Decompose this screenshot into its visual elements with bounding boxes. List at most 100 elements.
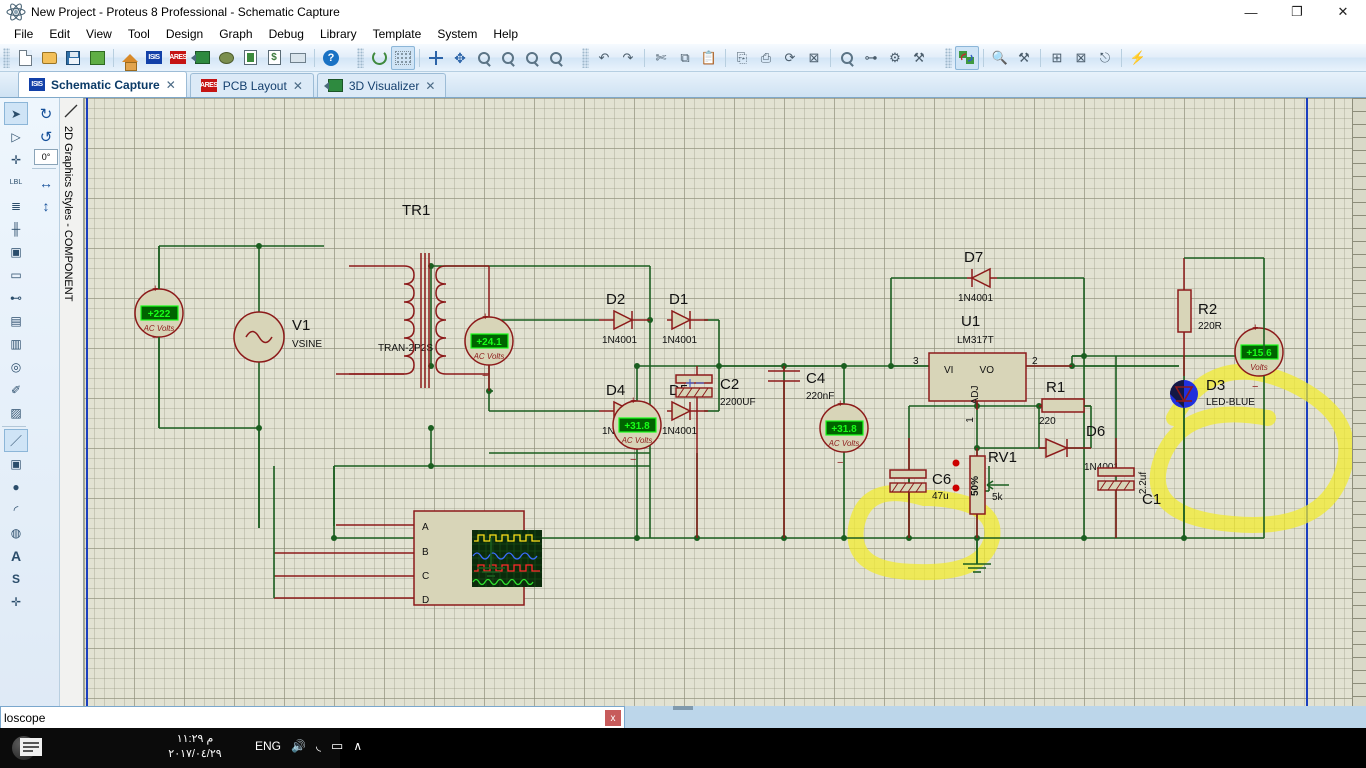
block-copy-icon[interactable]: ⎘ xyxy=(730,46,754,70)
tab-schematic-capture[interactable]: ISIS Schematic Capture ✕ xyxy=(18,71,187,97)
toolbar-grip[interactable] xyxy=(582,47,589,68)
design-explorer-icon[interactable] xyxy=(238,46,262,70)
menu-graph[interactable]: Graph xyxy=(211,25,260,43)
make-device-icon[interactable]: ⊶ xyxy=(859,46,883,70)
rotation-angle-field[interactable]: 0° xyxy=(34,149,58,165)
new-sheet-icon[interactable]: ⊞ xyxy=(1045,46,1069,70)
tab-pcb-layout[interactable]: ARES PCB Layout ✕ xyxy=(189,73,314,97)
2d-line-mode[interactable]: ／ xyxy=(4,429,28,452)
packaging-tool-icon[interactable]: ⚙ xyxy=(883,46,907,70)
pan-icon[interactable]: ✥ xyxy=(448,46,472,70)
minimize-button[interactable]: — xyxy=(1228,0,1274,24)
simulation-icon[interactable] xyxy=(214,46,238,70)
bom-report-icon[interactable]: ⚡ xyxy=(1126,46,1150,70)
redo-icon[interactable]: ↷ xyxy=(616,46,640,70)
toolbar-grip[interactable] xyxy=(357,47,364,68)
remove-sheet-icon[interactable]: ⊠ xyxy=(1069,46,1093,70)
graph-mode[interactable]: ▤ xyxy=(4,309,28,332)
copy-icon[interactable]: ⧉ xyxy=(673,46,697,70)
tab-close-icon[interactable]: ✕ xyxy=(425,79,435,93)
close-button[interactable]: ✕ xyxy=(1320,0,1366,24)
clock[interactable]: م ١١:٢٩ ٢٠١٧/٠٤/٢٩ xyxy=(135,732,255,762)
show-hidden-icons[interactable]: ∧ xyxy=(353,739,362,753)
maximize-button[interactable]: ❐ xyxy=(1274,0,1320,24)
junction-dot-mode[interactable]: ✛ xyxy=(4,148,28,171)
home-icon[interactable] xyxy=(118,46,142,71)
zoom-out-icon[interactable] xyxy=(496,46,520,70)
menu-template[interactable]: Template xyxy=(365,25,430,43)
language-indicator[interactable]: ENG xyxy=(255,739,281,753)
component-mode[interactable]: ▷ xyxy=(4,125,28,148)
menu-file[interactable]: File xyxy=(6,25,41,43)
text-script-mode[interactable]: ≣ xyxy=(4,194,28,217)
volume-icon[interactable]: 🔊 xyxy=(291,739,306,753)
cut-icon[interactable]: ✄ xyxy=(649,46,673,70)
virtual-instruments-mode[interactable]: ▨ xyxy=(4,401,28,424)
block-rotate-icon[interactable]: ⟳ xyxy=(778,46,802,70)
paste-icon[interactable]: 📋 xyxy=(697,46,721,70)
oscilloscope-close-button[interactable]: x xyxy=(605,710,621,726)
oscilloscope-window-titlebar[interactable]: loscope x xyxy=(0,706,625,728)
origin-icon[interactable] xyxy=(424,46,448,70)
rotate-clockwise-icon[interactable]: ↻ xyxy=(34,102,58,125)
2d-box-mode[interactable]: ▣ xyxy=(4,452,28,475)
battery-icon[interactable]: ▭ xyxy=(331,738,343,754)
zoom-area-icon[interactable] xyxy=(544,46,568,70)
open-project-icon[interactable] xyxy=(37,46,61,70)
import-export-icon[interactable] xyxy=(85,46,109,70)
find-icon[interactable]: 🔍 xyxy=(988,46,1012,70)
bill-of-materials-icon[interactable]: $ xyxy=(262,46,286,70)
save-project-icon[interactable] xyxy=(61,46,85,70)
selection-mode[interactable]: ➤ xyxy=(4,102,28,125)
block-move-icon[interactable]: ⎙ xyxy=(754,46,778,70)
3d-visualizer-icon[interactable] xyxy=(190,46,214,70)
decompose-icon[interactable]: ⚒ xyxy=(907,46,931,70)
toolbar-grip[interactable] xyxy=(945,47,952,68)
wifi-icon[interactable]: ◟ xyxy=(316,738,321,754)
notes-app-icon[interactable] xyxy=(20,738,42,756)
menu-tool[interactable]: Tool xyxy=(120,25,158,43)
new-project-icon[interactable] xyxy=(13,46,37,70)
tab-close-icon[interactable]: ✕ xyxy=(166,78,176,92)
exit-sheet-icon[interactable]: ⎋ xyxy=(1093,46,1117,70)
project-notes-icon[interactable] xyxy=(286,46,310,70)
tab-3d-visualizer[interactable]: 3D Visualizer ✕ xyxy=(316,73,447,97)
scope-window-grip[interactable] xyxy=(673,706,693,710)
mirror-horizontal-icon[interactable]: ↔ xyxy=(34,171,58,194)
menu-design[interactable]: Design xyxy=(158,25,211,43)
generator-mode[interactable]: ◎ xyxy=(4,355,28,378)
pcb-layout-icon[interactable]: ARES xyxy=(166,46,190,70)
menu-library[interactable]: Library xyxy=(312,25,365,43)
menu-system[interactable]: System xyxy=(429,25,485,43)
wire-label-mode[interactable]: LBL xyxy=(4,171,28,194)
property-assignment-icon[interactable]: ⚒ xyxy=(1012,46,1036,70)
menu-edit[interactable]: Edit xyxy=(41,25,78,43)
2d-text-mode[interactable]: A xyxy=(4,544,28,567)
device-pins-mode[interactable]: ⊷ xyxy=(4,286,28,309)
redraw-icon[interactable] xyxy=(367,46,391,70)
undo-icon[interactable]: ↶ xyxy=(592,46,616,70)
subcircuit-mode[interactable]: ▣ xyxy=(4,240,28,263)
tape-recorder-mode[interactable]: ▥ xyxy=(4,332,28,355)
mirror-vertical-icon[interactable]: ↕ xyxy=(34,194,58,217)
menu-help[interactable]: Help xyxy=(485,25,526,43)
schematic-canvas[interactable]: .w { stroke:#1b5e20; stroke-width:1.6; f… xyxy=(84,98,1366,706)
block-delete-icon[interactable]: ⊠ xyxy=(802,46,826,70)
menu-debug[interactable]: Debug xyxy=(261,25,312,43)
tab-close-icon[interactable]: ✕ xyxy=(293,79,303,93)
help-icon[interactable]: ? xyxy=(319,46,343,70)
zoom-in-icon[interactable] xyxy=(472,46,496,70)
terminals-mode[interactable]: ▭ xyxy=(4,263,28,286)
sheet-scrollbar[interactable] xyxy=(1352,98,1366,706)
object-selector[interactable]: 2D Graphics Styles - COMPONENT xyxy=(60,98,84,706)
pick-device-icon[interactable] xyxy=(835,46,859,70)
buses-mode[interactable]: ╫ xyxy=(4,217,28,240)
2d-circle-mode[interactable]: ● xyxy=(4,475,28,498)
voltage-probe-mode[interactable]: ✐ xyxy=(4,378,28,401)
circuit-drawing[interactable]: .w { stroke:#1b5e20; stroke-width:1.6; f… xyxy=(84,98,1366,706)
2d-symbols-mode[interactable]: S xyxy=(4,567,28,590)
menu-view[interactable]: View xyxy=(78,25,120,43)
toolbar-grip[interactable] xyxy=(3,47,10,68)
2d-arc-mode[interactable]: ◜ xyxy=(4,498,28,521)
schematic-capture-icon[interactable]: ISIS xyxy=(142,46,166,70)
